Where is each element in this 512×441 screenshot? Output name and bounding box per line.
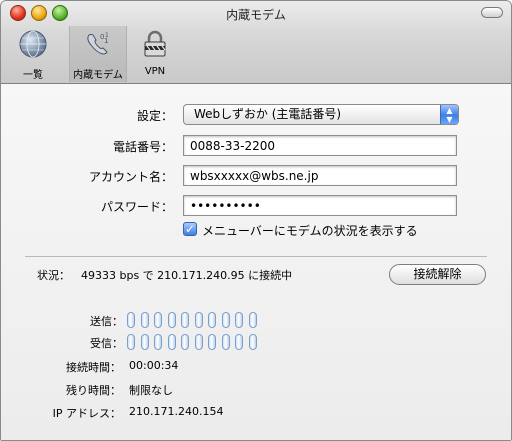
meter-led xyxy=(154,312,162,328)
config-popup[interactable]: Webしずおか (主電話番号) ▲ ▼ xyxy=(183,104,459,125)
meter-led xyxy=(221,312,230,328)
account-label: アカウント名： xyxy=(88,170,173,184)
meter-led xyxy=(167,312,176,328)
toolbar-item-label: 一覧 xyxy=(23,70,43,81)
toolbar-item-label: VPN xyxy=(144,66,166,77)
receive-label: 受信： xyxy=(90,337,123,350)
meter-led xyxy=(140,334,149,350)
status-text: 49333 bps で 210.171.240.95 に接続中 xyxy=(81,269,293,282)
svg-text:1: 1 xyxy=(105,32,109,39)
send-label: 送信： xyxy=(90,315,123,328)
divider xyxy=(25,256,487,257)
status-label: 状況： xyxy=(37,269,70,282)
account-field[interactable]: wbsxxxxx@wbs.ne.jp xyxy=(183,165,457,186)
meter-led xyxy=(181,312,189,328)
remaining-time-label: 残り時間： xyxy=(66,384,121,397)
meter-led xyxy=(248,312,257,328)
remaining-time-value: 制限なし xyxy=(129,384,173,397)
meter-led xyxy=(194,312,203,328)
password-field[interactable]: •••••••••• xyxy=(183,195,457,216)
content-pane: 設定： Webしずおか (主電話番号) ▲ ▼ 電話番号： 0088-33-220… xyxy=(1,84,511,440)
toolbar-item-overview[interactable]: 一覧 xyxy=(5,26,61,82)
preferences-window: 内蔵モデム 一覧 0 1 1 内蔵モデム VPN 設定： Webしずおか (主電… xyxy=(0,0,512,441)
meter-led xyxy=(181,334,189,350)
meter-led xyxy=(194,334,203,350)
meter-led xyxy=(208,312,216,328)
window-title: 内蔵モデム xyxy=(226,8,286,22)
meter-led xyxy=(235,312,243,328)
ip-address-value: 210.171.240.154 xyxy=(129,405,224,418)
password-label: パスワード： xyxy=(100,200,173,214)
meter-led xyxy=(248,334,257,350)
chevron-updown-icon: ▲ ▼ xyxy=(440,105,458,124)
meter-led xyxy=(208,334,216,350)
show-in-menubar-label: メニューバーにモデムの状況を表示する xyxy=(202,224,418,238)
meter-led xyxy=(235,334,243,350)
meter-led xyxy=(167,334,176,350)
disconnect-button[interactable]: 接続解除 xyxy=(389,264,486,285)
globe-icon xyxy=(19,30,47,58)
ip-address-label: IP アドレス： xyxy=(52,407,121,420)
meter-led xyxy=(221,334,230,350)
lock-icon xyxy=(144,30,166,57)
toolbar-toggle-button[interactable] xyxy=(481,7,503,18)
config-label: 設定： xyxy=(136,109,173,123)
toolbar-item-label: 内蔵モデム xyxy=(73,70,123,81)
meter-led xyxy=(127,312,135,328)
show-in-menubar-checkbox[interactable]: ✓ xyxy=(183,222,197,236)
phone-field[interactable]: 0088-33-2200 xyxy=(183,135,457,156)
phone-label: 電話番号： xyxy=(112,140,173,154)
modem-phone-icon: 0 1 1 xyxy=(87,32,109,55)
connect-time-value: 00:00:34 xyxy=(129,359,179,372)
config-popup-value: Webしずおか (主電話番号) xyxy=(194,107,342,121)
connect-time-label: 接続時間： xyxy=(66,361,121,374)
title-bar: 内蔵モデム 一覧 0 1 1 内蔵モデム VPN xyxy=(1,1,511,84)
toolbar-item-vpn[interactable]: VPN xyxy=(127,26,183,82)
meter-led xyxy=(154,334,162,350)
toolbar-item-internal-modem[interactable]: 0 1 1 内蔵モデム xyxy=(69,26,127,82)
meter-led xyxy=(140,312,149,328)
meter-led xyxy=(127,334,135,350)
